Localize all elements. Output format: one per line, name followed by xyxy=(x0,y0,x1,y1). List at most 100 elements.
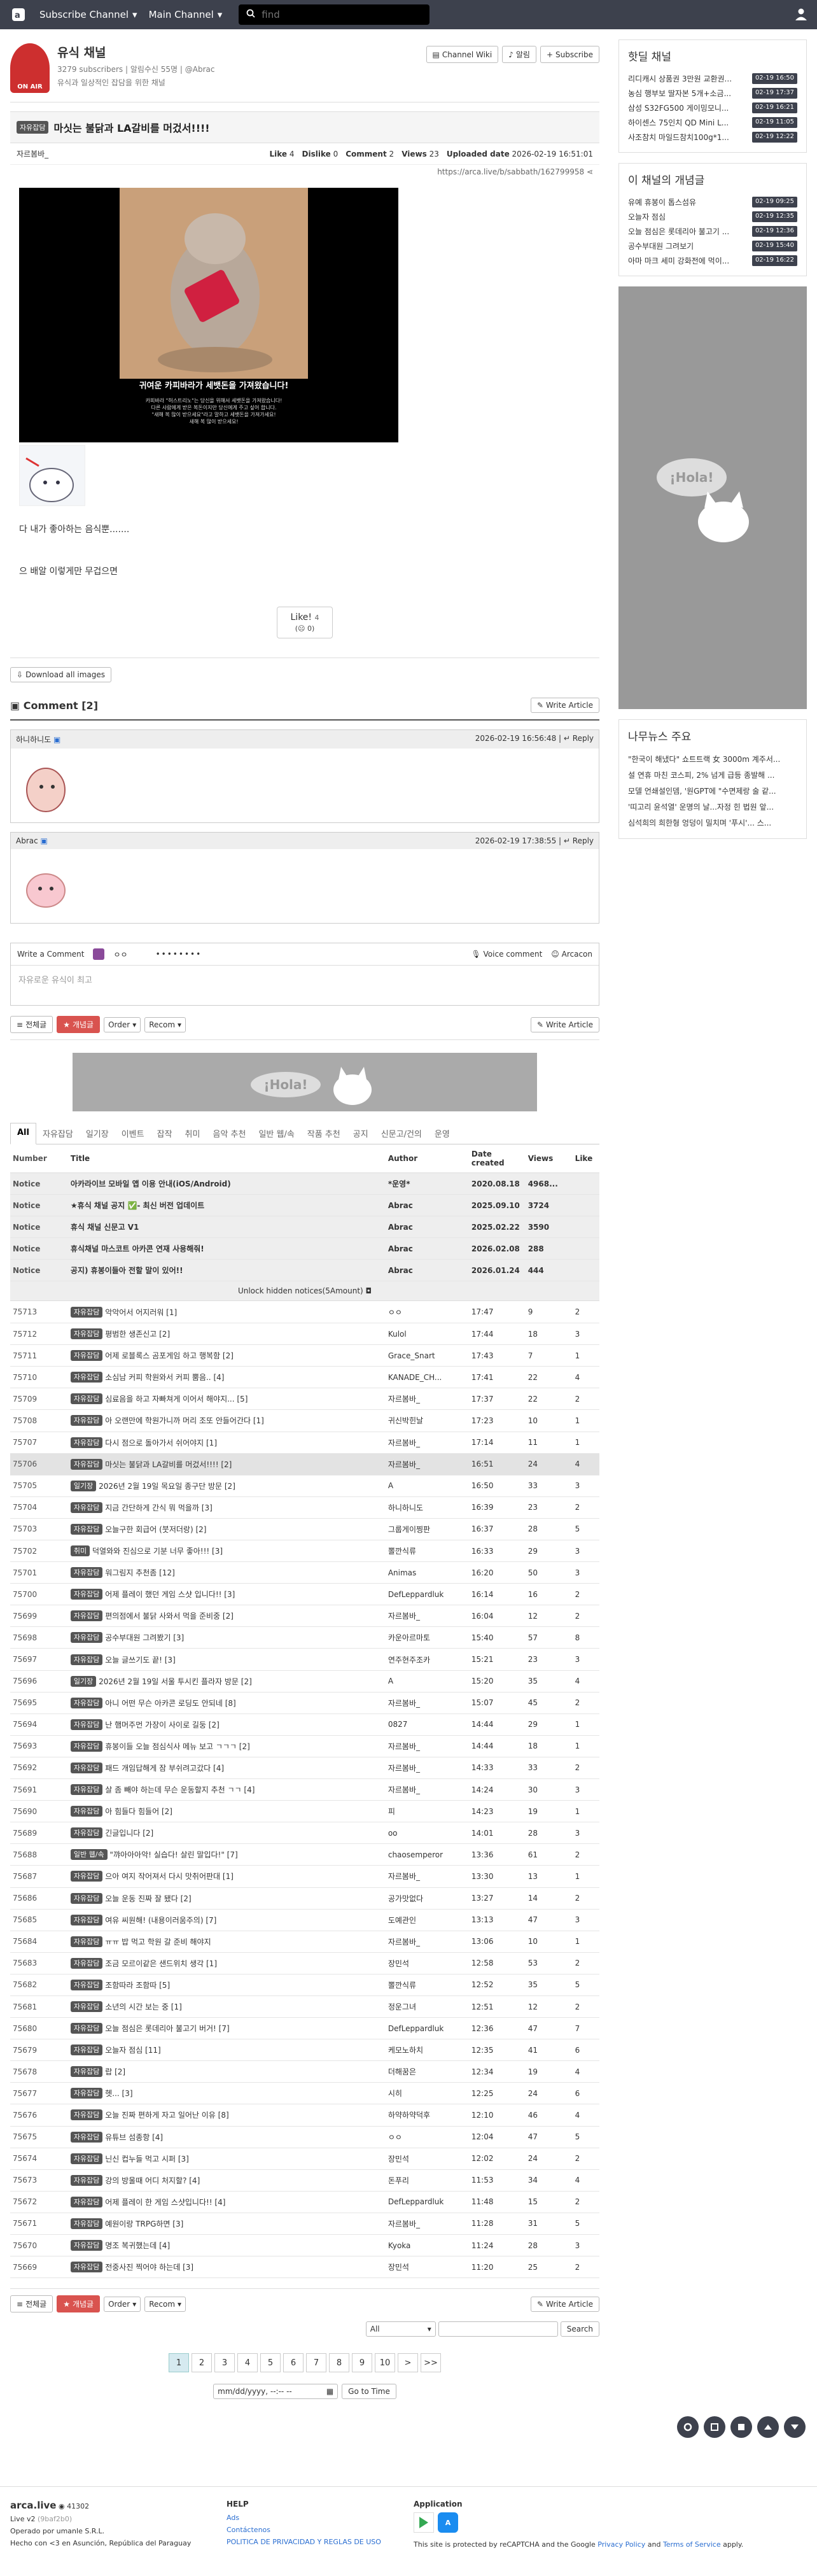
post-title-cell[interactable]: 자유잡담 강의 방울때 어디 처지할? [4] xyxy=(67,2169,386,2192)
post-author[interactable]: 귀신박힌날 xyxy=(385,1409,469,1432)
post-title[interactable]: 아 힘들다 힘들어 [2] xyxy=(105,1806,172,1817)
post-author[interactable]: 자르봄바_ xyxy=(385,1778,469,1801)
post-title-cell[interactable]: 자유잡담 마싯는 불닭과 LA갈비를 머겄서!!!! [2] xyxy=(67,1453,386,1475)
news-item[interactable]: "한국이 해냈다" 쇼트트랙 女 3000m 계주서... xyxy=(628,751,797,767)
post-title[interactable]: 조함따라 조함따 [5] xyxy=(105,1980,170,1990)
table-row[interactable]: 75669 자유잡담 전중사진 찍어야 하는데 [3] 장민석 11:20 25 2 xyxy=(10,2256,599,2279)
tab-1[interactable]: 자유잡담 xyxy=(36,1123,80,1144)
board-search-button[interactable]: Search xyxy=(560,2321,599,2337)
terms-link[interactable]: Terms of Service xyxy=(663,2540,721,2549)
post-title[interactable]: 오늘자 점심 [11] xyxy=(105,2045,160,2055)
post-title[interactable]: 아 오랜만에 학원가니까 머리 조또 안들어간다 [1] xyxy=(105,1415,264,1426)
tab-9[interactable]: 공지 xyxy=(347,1123,375,1144)
news-item[interactable]: 모델 언쇄설인뎀, '원GPT에 "수면제랑 술 같... xyxy=(628,783,797,799)
post-author[interactable]: 케모노하치 xyxy=(385,2039,469,2062)
tab-5[interactable]: 취미 xyxy=(179,1123,207,1144)
footer-contact-link[interactable]: Contáctenos xyxy=(227,2526,381,2534)
settings-icon[interactable] xyxy=(677,2416,699,2438)
page-1[interactable]: 1 xyxy=(169,2353,189,2373)
post-title[interactable]: 악악어서 어지러워 [1] xyxy=(105,1307,177,1318)
post-title[interactable]: 긴글입니다 [2] xyxy=(105,1827,153,1838)
post-title-cell[interactable]: 자유잡담 오늘 점심은 롯데리아 불고기 버거! [7] xyxy=(67,2017,386,2040)
tab-0[interactable]: All xyxy=(10,1123,36,1144)
post-title-cell[interactable]: 자유잡담 아 힘들다 힘들어 [2] xyxy=(67,1800,386,1823)
share-icon[interactable]: ⋖ xyxy=(587,167,593,176)
post-title[interactable]: 2026년 2월 19일 목요일 종구단 방문 [2] xyxy=(99,1481,235,1491)
table-row[interactable]: 75701 자유잡담 워그림지 추천좀 [12] Animas 16:20 50 3 xyxy=(10,1561,599,1584)
article-image[interactable]: 귀여운 카피바라가 세뱃돈을 가져왔습니다! 카피바라 "허스트리노"는 당신을… xyxy=(19,188,398,442)
post-title[interactable]: 어제 로블록스 곰포게임 하고 행복함 [2] xyxy=(105,1350,234,1361)
post-author[interactable]: 자르봄바_ xyxy=(385,1388,469,1411)
post-title-cell[interactable]: 일기장 2026년 2월 19일 서울 투시킨 플라자 방문 [2] xyxy=(67,1670,386,1693)
post-title-cell[interactable]: 자유잡담 유튜브 섬종항 [4] xyxy=(67,2126,386,2148)
voice-comment-button[interactable]: 🎙 Voice comment xyxy=(471,950,542,959)
post-title[interactable]: 패드 개임답해게 잠 부쉬려고갔다 [4] xyxy=(105,1763,224,1773)
post-author[interactable]: ㅇㅇ xyxy=(385,1301,469,1324)
post-author[interactable]: 장민석 xyxy=(385,2148,469,2170)
post-title[interactable]: 2026년 2월 19일 서울 투시킨 플라자 방문 [2] xyxy=(99,1676,252,1687)
board-admin[interactable]: @Abrac xyxy=(185,65,215,74)
post-author[interactable]: 자르봄바_ xyxy=(385,1605,469,1628)
news-item[interactable]: 심석희의 희한형 엉덩이 밀치며 '푸시'... 스... xyxy=(628,815,797,831)
notice-author[interactable]: *운영* xyxy=(385,1172,469,1195)
post-title-cell[interactable]: 자유잡담 오늘 진짜 편하게 자고 일어난 이유 [8] xyxy=(67,2104,386,2127)
best-item[interactable]: 오늘자 점심 02-19 12:35 xyxy=(628,209,797,224)
like-vote-button[interactable]: Like! 4 (☹ 0) xyxy=(277,607,333,638)
board-search-input[interactable] xyxy=(438,2321,558,2337)
table-row[interactable]: 75703 자유잡담 오늘구한 회급어 (붓저더랑) [2] 그룹게이찡판 16:37… xyxy=(10,1518,599,1541)
footer-ads-link[interactable]: Ads xyxy=(227,2514,381,2522)
post-title-cell[interactable]: 자유잡담 전중사진 찍어야 하는데 [3] xyxy=(67,2256,386,2279)
news-item[interactable]: '띠고리 윤석열' 운명의 날...자정 힌 법원 앞... xyxy=(628,799,797,815)
post-title[interactable]: 심료음을 하고 자빠쳐게 이어서 해야지... [5] xyxy=(105,1393,248,1404)
post-title[interactable]: 살 좀 빼야 하는데 무슨 운동할지 추천 ㄱㄱ [4] xyxy=(105,1784,255,1795)
post-title-cell[interactable]: 자유잡담 공수부대원 그려봤기 [3] xyxy=(67,1626,386,1649)
post-title-cell[interactable]: 일기장 2026년 2월 19일 목요일 종구단 방문 [2] xyxy=(67,1475,386,1497)
notice-row[interactable]: Notice 휴식 채널 신문고 V1 Abrac 2025.02.22 3590 xyxy=(10,1216,599,1239)
post-title[interactable]: 명조 복귀했는데 [4] xyxy=(105,2240,170,2251)
scroll-down-icon[interactable] xyxy=(784,2416,806,2438)
post-title[interactable]: 어제 플레이 한 게임 스샷입니다!! [4] xyxy=(105,2197,225,2207)
post-author[interactable]: 연주현주조카 xyxy=(385,1648,469,1671)
ad-banner[interactable]: ¡Hola! xyxy=(73,1053,537,1111)
tab-7[interactable]: 일반 웹/속 xyxy=(252,1123,300,1144)
post-title-cell[interactable]: 자유잡담 오늘구한 회급어 (붓저더랑) [2] xyxy=(67,1518,386,1541)
password-field[interactable]: •••••••• xyxy=(156,950,202,959)
table-row[interactable]: 75700 자유잡담 어제 플레이 했던 게임 스샷 입니다!! [3] DefLe… xyxy=(10,1583,599,1606)
table-row[interactable]: 75698 자유잡담 공수부대원 그려봤기 [3] 카운아르마토 15:40 57 8 xyxy=(10,1626,599,1649)
page-8[interactable]: 8 xyxy=(329,2353,349,2373)
table-row[interactable]: 75670 자유잡담 명조 복귀했는데 [4] Kyoka 11:24 28 3 xyxy=(10,2234,599,2257)
comment-textarea[interactable]: 자유로운 유식이 최고 xyxy=(11,966,599,1005)
page-2[interactable]: 2 xyxy=(192,2353,212,2373)
notice-title[interactable]: 휴식채널 마스코트 아카콘 연재 사용해줘! xyxy=(67,1237,386,1260)
post-author[interactable]: 피 xyxy=(385,1800,469,1823)
write-article-button[interactable]: ✎ Write Article xyxy=(530,698,599,713)
post-title[interactable]: 오늘구한 회급어 (붓저더랑) [2] xyxy=(105,1524,206,1535)
post-author[interactable]: 자르봄바_ xyxy=(385,1865,469,1888)
post-title-cell[interactable]: 자유잡담 소심남 커피 학원와서 커피 뿜음.. [4] xyxy=(67,1366,386,1389)
post-title-cell[interactable]: 자유잡담 심료음을 하고 자빠쳐게 이어서 해야지... [5] xyxy=(67,1388,386,1411)
post-author[interactable]: 하약하약덕후 xyxy=(385,2104,469,2127)
post-title-cell[interactable]: 자유잡담 평범한 생존신고 [2] xyxy=(67,1323,386,1346)
post-title-cell[interactable]: 자유잡담 여유 씨원해! (내용이러움주의) [7] xyxy=(67,1909,386,1931)
post-author[interactable]: 자르봄바_ xyxy=(385,1453,469,1475)
notice-author[interactable]: Abrac xyxy=(385,1237,469,1260)
post-title[interactable]: 닌신 컵누들 먹고 시퍼 [3] xyxy=(105,2153,189,2164)
last-page-icon[interactable]: >> xyxy=(421,2353,441,2373)
post-title-cell[interactable]: 자유잡담 예원이랑 TRPG하면 [3] xyxy=(67,2213,386,2235)
main-channel-menu[interactable]: Main Channel ▾ xyxy=(149,9,223,20)
post-title[interactable]: 덕열와와 진심으로 기분 너무 좋아!!! [3] xyxy=(92,1545,223,1556)
post-title[interactable]: 유튜브 섬종항 [4] xyxy=(105,2132,163,2143)
post-title-cell[interactable]: 자유잡담 긴글입니다 [2] xyxy=(67,1822,386,1845)
post-title-cell[interactable]: 자유잡담 랍 [2] xyxy=(67,2060,386,2083)
arcacon-button[interactable]: ☺ Arcacon xyxy=(551,950,592,959)
post-title[interactable]: 소심남 커피 학원와서 커피 뿜음.. [4] xyxy=(105,1372,224,1383)
tab-2[interactable]: 일기장 xyxy=(80,1123,115,1144)
channel-wiki-button[interactable]: ▤ Channel Wiki xyxy=(426,46,499,63)
post-author[interactable]: 자르봄바_ xyxy=(385,2213,469,2235)
post-author[interactable]: chaosemperor xyxy=(385,1843,469,1866)
page-7[interactable]: 7 xyxy=(306,2353,326,2373)
copy-icon[interactable] xyxy=(704,2416,725,2438)
page-10[interactable]: 10 xyxy=(375,2353,395,2373)
table-row[interactable]: 75713 자유잡담 악악어서 어지러워 [1] ㅇㅇ 17:47 9 2 xyxy=(10,1301,599,1324)
table-row[interactable]: 75682 자유잡담 조함따라 조함따 [5] 뽈깐식류 12:52 35 5 xyxy=(10,1974,599,1996)
